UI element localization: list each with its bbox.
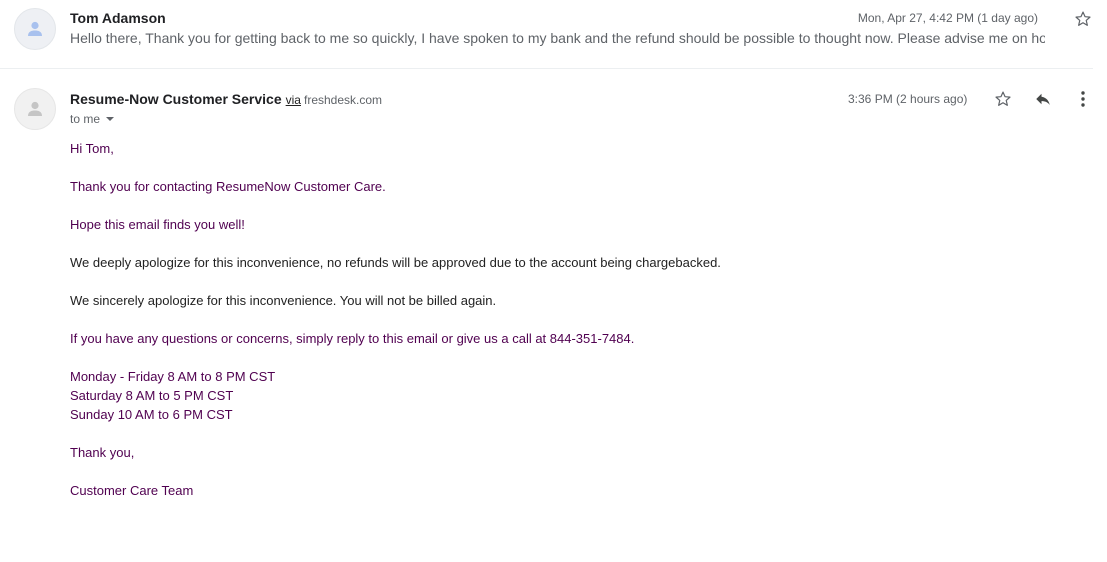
reply-icon bbox=[1036, 93, 1050, 105]
recipient-details-toggle[interactable]: to me bbox=[70, 112, 115, 126]
star-outline-icon bbox=[1075, 11, 1091, 26]
signature: Customer Care Team bbox=[70, 483, 194, 498]
hours-line: Sunday 10 AM to 6 PM CST bbox=[70, 407, 233, 422]
refund-apology-line: We deeply apologize for this inconvenien… bbox=[70, 255, 721, 270]
hours-line: Saturday 8 AM to 5 PM CST bbox=[70, 388, 234, 403]
more-vert-icon bbox=[1081, 91, 1085, 107]
collapsed-message[interactable]: Tom Adamson Hello there, Thank you for g… bbox=[0, 0, 1093, 69]
via-link[interactable]: via bbox=[286, 93, 301, 107]
message-body: Hi Tom, Thank you for contacting ResumeN… bbox=[70, 139, 721, 519]
star-button[interactable] bbox=[1072, 8, 1094, 30]
hours-line: Monday - Friday 8 AM to 8 PM CST bbox=[70, 369, 276, 384]
message-date: Mon, Apr 27, 4:42 PM (1 day ago) bbox=[857, 11, 1038, 25]
message-date: 3:36 PM (2 hours ago) bbox=[848, 92, 968, 106]
more-options-button[interactable] bbox=[1074, 88, 1092, 110]
hope-line: Hope this email finds you well! bbox=[70, 217, 245, 232]
person-icon bbox=[28, 101, 42, 116]
message-snippet: Hello there, Thank you for getting back … bbox=[70, 30, 1045, 46]
sender-name: Tom Adamson bbox=[70, 10, 166, 26]
greeting: Hi Tom, bbox=[70, 141, 114, 156]
reply-button[interactable] bbox=[1031, 88, 1055, 110]
sender-name: Resume-Now Customer Service bbox=[70, 91, 282, 107]
contact-line: If you have any questions or concerns, s… bbox=[70, 331, 635, 346]
person-icon bbox=[28, 21, 42, 36]
recipient-label: to me bbox=[70, 112, 101, 126]
closing: Thank you, bbox=[70, 445, 135, 460]
sender-avatar bbox=[14, 8, 56, 50]
business-hours: Monday - Friday 8 AM to 8 PM CST Saturda… bbox=[70, 367, 721, 424]
caret-down-icon bbox=[106, 117, 115, 121]
star-button[interactable] bbox=[992, 88, 1014, 110]
star-outline-icon bbox=[995, 91, 1011, 106]
sender-avatar bbox=[14, 88, 56, 130]
billing-apology-line: We sincerely apologize for this inconven… bbox=[70, 293, 497, 308]
via-domain: freshdesk.com bbox=[303, 93, 383, 107]
thanks-line: Thank you for contacting ResumeNow Custo… bbox=[70, 179, 386, 194]
sender-line: Resume-Now Customer Service via freshdesk.… bbox=[70, 91, 382, 107]
